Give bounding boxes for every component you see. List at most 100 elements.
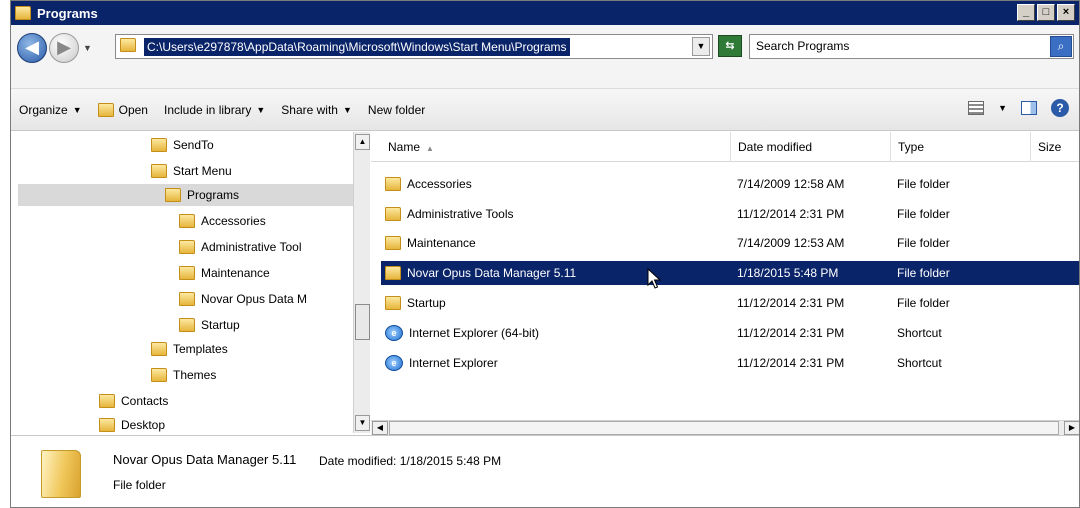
tree-item-templates[interactable]: Templates [151, 338, 228, 360]
file-row[interactable]: Maintenance 7/14/2009 12:53 AM File fold… [381, 231, 1079, 255]
column-header-size[interactable]: Size [1031, 132, 1079, 162]
tree-item-label: Programs [187, 188, 240, 202]
explorer-window: Programs _ □ × ◀ ▶ ▼ C:\Users\e297878\Ap… [10, 0, 1080, 508]
file-date: 1/18/2015 5:48 PM [737, 266, 839, 280]
window-controls: _ □ × [1017, 4, 1075, 21]
title-bar[interactable]: Programs _ □ × [11, 1, 1079, 25]
details-pane: Novar Opus Data Manager 5.11 Date modifi… [11, 435, 1079, 507]
file-type: File folder [897, 236, 950, 250]
tree-scrollbar[interactable]: ▲ ▼ [353, 132, 370, 433]
desktop-folder-icon [99, 418, 115, 432]
folder-icon [151, 164, 167, 178]
tree-item-sendto[interactable]: SendTo [151, 134, 214, 156]
folder-icon [179, 266, 195, 280]
folder-icon [385, 266, 401, 280]
file-type: File folder [897, 296, 950, 310]
tree-item-label: Maintenance [201, 266, 270, 280]
refresh-icon[interactable]: ⇆ [718, 35, 742, 57]
help-icon[interactable]: ? [1051, 99, 1069, 117]
folder-icon [179, 292, 195, 306]
close-button[interactable]: × [1057, 4, 1075, 21]
file-name-cell: Accessories [385, 172, 725, 196]
tree-item-programs[interactable]: Programs [18, 184, 353, 206]
file-row[interactable]: e Internet Explorer 11/12/2014 2:31 PM Sh… [381, 351, 1079, 375]
tree-item-start-menu[interactable]: Start Menu [151, 160, 232, 182]
file-row[interactable]: Startup 11/12/2014 2:31 PM File folder [381, 291, 1079, 315]
address-path[interactable]: C:\Users\e297878\AppData\Roaming\Microso… [144, 38, 570, 56]
file-type: File folder [897, 207, 950, 221]
tree-scroll-thumb[interactable] [355, 304, 370, 340]
forward-arrow-icon[interactable]: ▶ [49, 33, 79, 63]
include-in-library-button[interactable]: Include in library ▼ [156, 97, 273, 123]
scroll-up-icon[interactable]: ▲ [355, 134, 370, 150]
column-header-name[interactable]: Name ▲ [381, 132, 731, 162]
folder-icon [120, 38, 136, 52]
column-header-date[interactable]: Date modified [731, 132, 891, 162]
file-name: Novar Opus Data Manager 5.11 [407, 266, 577, 280]
tree-item-accessories[interactable]: Accessories [179, 210, 353, 232]
file-date: 11/12/2014 2:31 PM [737, 356, 845, 370]
column-header-label: Type [898, 140, 925, 154]
contacts-folder-icon [99, 394, 115, 408]
file-row-selected[interactable]: Novar Opus Data Manager 5.11 1/18/2015 5… [381, 261, 1079, 285]
tree-item-maintenance[interactable]: Maintenance [179, 262, 353, 284]
horizontal-scroll-thumb[interactable] [389, 421, 1059, 435]
share-with-button[interactable]: Share with ▼ [273, 97, 360, 123]
mouse-cursor-icon [647, 268, 661, 289]
file-type: Shortcut [897, 326, 942, 340]
open-button[interactable]: Open [90, 97, 156, 123]
chevron-down-icon: ▼ [342, 104, 352, 115]
folder-icon [151, 368, 167, 382]
folder-icon [385, 177, 401, 191]
tree-item-startup[interactable]: Startup [179, 314, 353, 336]
scroll-right-icon[interactable]: ▶ [1064, 421, 1079, 435]
scroll-down-icon[interactable]: ▼ [355, 415, 370, 431]
search-box[interactable]: ⌕ [749, 34, 1074, 59]
chevron-down-icon[interactable]: ▼ [998, 103, 1007, 113]
address-box[interactable]: C:\Users\e297878\AppData\Roaming\Microso… [115, 34, 713, 59]
file-date: 11/12/2014 2:31 PM [737, 207, 845, 221]
file-name: Internet Explorer [409, 356, 498, 370]
back-arrow-icon[interactable]: ◀ [17, 33, 47, 63]
tree-item-novar-opus[interactable]: Novar Opus Data M [179, 288, 353, 310]
file-name: Maintenance [407, 236, 476, 250]
sort-ascending-icon: ▲ [426, 144, 434, 153]
file-row[interactable]: Administrative Tools 11/12/2014 2:31 PM … [381, 202, 1079, 226]
address-dropdown-icon[interactable]: ▼ [692, 37, 710, 56]
file-name-cell: Startup [385, 291, 725, 315]
search-icon[interactable]: ⌕ [1050, 36, 1072, 57]
minimize-button[interactable]: _ [1017, 4, 1035, 21]
tree-item-label: Themes [173, 368, 217, 382]
preview-pane-icon[interactable] [1021, 101, 1037, 115]
file-date: 11/12/2014 2:31 PM [737, 296, 845, 310]
search-input[interactable] [750, 35, 1040, 57]
maximize-button[interactable]: □ [1037, 4, 1055, 21]
column-header-type[interactable]: Type [891, 132, 1031, 162]
file-name: Accessories [407, 177, 472, 191]
file-type: File folder [897, 177, 950, 191]
file-name: Internet Explorer (64-bit) [409, 326, 540, 340]
file-date: 7/14/2009 12:53 AM [737, 236, 845, 250]
file-list-scrollbar[interactable]: ◀ ▶ [371, 420, 1079, 435]
organize-button[interactable]: Organize ▼ [11, 97, 90, 123]
tree-item-desktop[interactable]: Desktop [99, 414, 165, 433]
chevron-down-icon: ▼ [256, 104, 266, 115]
folder-icon [385, 207, 401, 221]
tree-item-themes[interactable]: Themes [151, 364, 216, 386]
file-list: Name ▲ Date modified Type Size Accessorie… [371, 132, 1079, 420]
file-date: 7/14/2009 12:58 AM [737, 177, 845, 191]
tree-item-contacts[interactable]: Contacts [99, 390, 168, 412]
change-view-icon[interactable] [968, 101, 985, 115]
file-row[interactable]: Accessories 7/14/2009 12:58 AM File fold… [381, 172, 1079, 196]
recent-pages-dropdown-icon[interactable]: ▼ [83, 43, 92, 53]
tree-item-administrative-tools[interactable]: Administrative Tool [179, 236, 353, 258]
new-folder-button[interactable]: New folder [360, 97, 433, 123]
scroll-left-icon[interactable]: ◀ [372, 421, 388, 435]
file-date: 11/12/2014 2:31 PM [737, 326, 845, 340]
folder-icon [151, 138, 167, 152]
tree-item-label: Startup [201, 318, 240, 332]
column-header-label: Size [1038, 140, 1062, 154]
folder-icon [15, 6, 31, 20]
file-row[interactable]: e Internet Explorer (64-bit) 11/12/2014 2… [381, 321, 1079, 345]
open-label: Open [118, 102, 148, 117]
